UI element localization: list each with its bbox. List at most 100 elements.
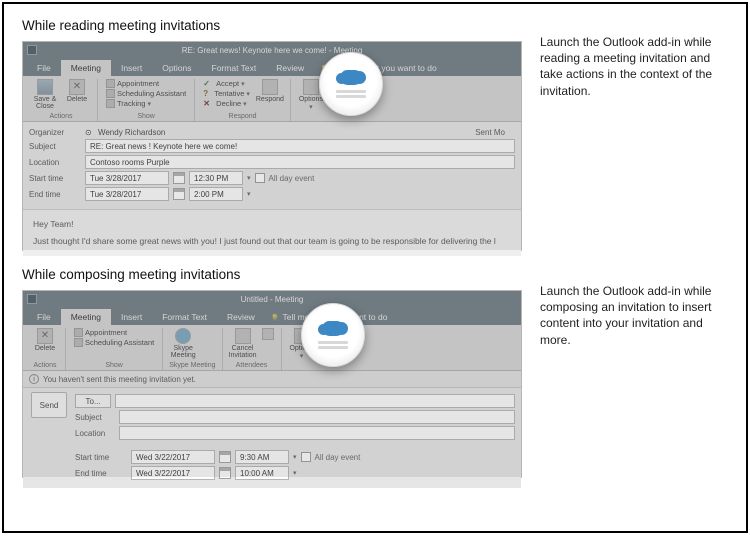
calendar-icon[interactable]: [219, 451, 231, 463]
addin-highlight: [319, 52, 383, 116]
tab-meeting[interactable]: Meeting: [61, 60, 111, 76]
ribbon: Save & Close Delete Actions Appointment …: [23, 76, 521, 122]
respond-icon: [262, 79, 278, 95]
outlook-window-composing: Untitled - Meeting File Meeting Insert F…: [22, 290, 522, 478]
info-bar-text: You haven't sent this meeting invitation…: [43, 375, 196, 384]
scheduling-assistant-button[interactable]: Scheduling Assistant: [104, 89, 188, 98]
end-time-input[interactable]: 2:00 PM: [189, 187, 243, 201]
scheduling-assistant-button[interactable]: Scheduling Assistant: [72, 338, 156, 347]
section-composing: While composing meeting invitations Unti…: [22, 265, 728, 478]
save-icon[interactable]: [27, 294, 37, 304]
allday-checkbox[interactable]: [255, 173, 265, 183]
delete-button[interactable]: Delete: [63, 79, 91, 103]
scheduling-icon: [74, 338, 83, 347]
info-bar: i You haven't sent this meeting invitati…: [23, 371, 521, 388]
location-input[interactable]: Contoso rooms Purple: [85, 155, 515, 169]
tab-options[interactable]: Options: [152, 60, 201, 76]
caption-composing: Launch the Outlook add-in while composin…: [540, 265, 728, 478]
group-actions-label: Actions: [31, 113, 91, 121]
calendar-icon[interactable]: [173, 188, 185, 200]
salesforce-cloud-icon[interactable]: [322, 321, 344, 336]
start-date-input[interactable]: Wed 3/22/2017: [131, 450, 215, 464]
location-input[interactable]: [119, 426, 515, 440]
end-date-input[interactable]: Tue 3/28/2017: [85, 187, 169, 201]
documentation-page: While reading meeting invitations RE: Gr…: [2, 2, 748, 533]
organizer-value: Wendy Richardson: [98, 128, 165, 137]
tab-file[interactable]: File: [27, 60, 61, 76]
accept-button[interactable]: ✓ Accept ▾: [201, 79, 252, 88]
delete-icon: [69, 79, 85, 95]
start-time-input[interactable]: 12:30 PM: [189, 171, 243, 185]
compose-header: Send To... Subject Location: [23, 388, 521, 446]
subject-label: Subject: [75, 413, 115, 422]
caption-reading: Launch the Outlook add-in while reading …: [540, 16, 728, 251]
cancel-invitation-button[interactable]: Cancel Invitation: [229, 328, 257, 359]
window-title: Untitled - Meeting: [241, 295, 304, 304]
scheduling-icon: [106, 89, 115, 98]
appointment-button[interactable]: Appointment: [104, 79, 188, 88]
to-input[interactable]: [115, 394, 515, 408]
message-body[interactable]: Hey Team! Just thought I'd share some gr…: [23, 209, 521, 256]
subject-label: Subject: [29, 142, 81, 151]
titlebar: Untitled - Meeting: [23, 291, 521, 307]
cancel-invite-icon: [235, 328, 251, 344]
calendar-icon[interactable]: [173, 172, 185, 184]
addin-line-icon: [336, 90, 366, 93]
info-icon: i: [29, 374, 39, 384]
ribbon-tabs: File Meeting Insert Options Format Text …: [23, 58, 521, 76]
end-time-label: End time: [75, 469, 127, 478]
save-icon[interactable]: [27, 45, 37, 55]
calendar-icon[interactable]: [219, 467, 231, 479]
titlebar: RE: Great news! Keynote here we come! - …: [23, 42, 521, 58]
allday-checkbox[interactable]: [301, 452, 311, 462]
start-time-label: Start time: [29, 174, 81, 183]
tracking-icon: [106, 99, 115, 108]
window-title: RE: Great news! Keynote here we come! - …: [182, 46, 363, 55]
tentative-button[interactable]: ? Tentative ▾: [201, 89, 252, 98]
start-date-input[interactable]: Tue 3/28/2017: [85, 171, 169, 185]
addin-line-icon: [318, 346, 348, 349]
save-icon: [37, 79, 53, 95]
body-greeting: Hey Team!: [33, 218, 511, 231]
skype-icon: [175, 328, 191, 344]
respond-button[interactable]: Respond: [256, 79, 284, 103]
tab-format-text[interactable]: Format Text: [202, 60, 267, 76]
tab-file[interactable]: File: [27, 309, 61, 325]
tab-insert[interactable]: Insert: [111, 60, 152, 76]
delete-button[interactable]: Delete: [31, 328, 59, 352]
group-respond-label: Respond: [201, 113, 284, 121]
tab-insert[interactable]: Insert: [111, 309, 152, 325]
send-button[interactable]: Send: [31, 392, 67, 418]
group-show-label: Show: [104, 113, 188, 121]
organizer-label: Organizer: [29, 128, 81, 137]
options-icon: [303, 79, 319, 95]
end-time-label: End time: [29, 190, 81, 199]
addin-line-icon: [336, 95, 366, 98]
start-time-input[interactable]: 9:30 AM: [235, 450, 289, 464]
section-heading-composing: While composing meeting invitations: [22, 267, 522, 282]
subject-input[interactable]: RE: Great news ! Keynote here we come!: [85, 139, 515, 153]
delete-icon: [37, 328, 53, 344]
to-button[interactable]: To...: [75, 394, 111, 408]
addr-book-button[interactable]: [261, 328, 275, 340]
appointment-button[interactable]: Appointment: [72, 328, 156, 337]
end-time-input[interactable]: 10:00 AM: [235, 466, 289, 480]
section-heading-reading: While reading meeting invitations: [22, 18, 522, 33]
subject-input[interactable]: [119, 410, 515, 424]
salesforce-cloud-icon[interactable]: [340, 70, 362, 85]
group-attendees-label: Attendees: [229, 362, 275, 370]
save-close-button[interactable]: Save & Close: [31, 79, 59, 110]
sent-label: Sent Mo: [475, 128, 505, 137]
tab-review[interactable]: Review: [266, 60, 314, 76]
body-line1: Just thought I'd share some great news w…: [33, 235, 511, 248]
skype-meeting-button[interactable]: Skype Meeting: [169, 328, 197, 359]
location-label: Location: [29, 158, 81, 167]
end-date-input[interactable]: Wed 3/22/2017: [131, 466, 215, 480]
tab-review[interactable]: Review: [217, 309, 265, 325]
location-label: Location: [75, 429, 115, 438]
tracking-button[interactable]: Tracking ▾: [104, 99, 188, 108]
allday-label: All day event: [315, 453, 361, 462]
tab-meeting[interactable]: Meeting: [61, 309, 111, 325]
tab-format-text[interactable]: Format Text: [152, 309, 217, 325]
decline-button[interactable]: ✕ Decline ▾: [201, 99, 252, 108]
